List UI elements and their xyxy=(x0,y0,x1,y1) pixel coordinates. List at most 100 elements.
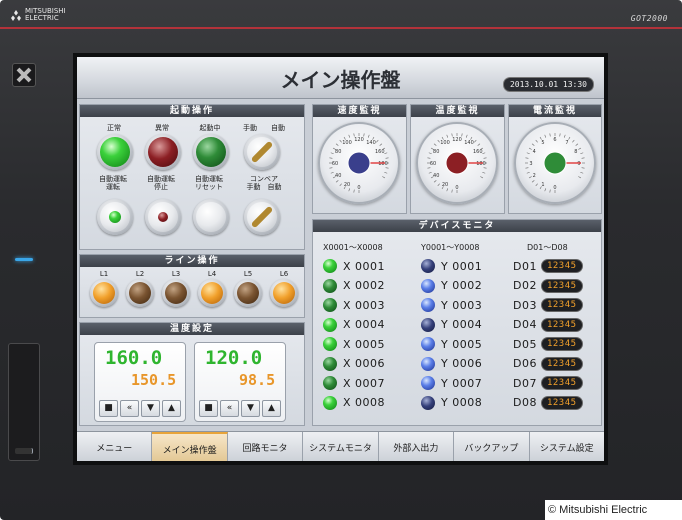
set-temperature-1[interactable]: 160.0 xyxy=(105,347,162,369)
x-status-lamp xyxy=(323,337,337,351)
d-device-row: D06 12345 xyxy=(513,356,583,372)
line-button-l6[interactable] xyxy=(270,279,298,307)
d-device-row: D01 12345 xyxy=(513,258,583,274)
tab-main-panel[interactable]: メイン操作盤 xyxy=(152,432,228,461)
gauge-tick-label: 20 xyxy=(442,182,448,188)
brand-line2: ELECTRIC xyxy=(25,14,59,22)
gauge-tick-label: 60 xyxy=(332,161,338,167)
gauge-tick-label: 160 xyxy=(375,149,385,155)
x-status-lamp xyxy=(323,259,337,273)
usb-port-cover[interactable] xyxy=(8,343,40,461)
tab-system-monitor[interactable]: システムモニタ xyxy=(303,432,379,461)
hmi-screen: メイン操作盤 2013.10.01 13:30 起動操作 正常 異常 起動中 手… xyxy=(73,53,608,465)
y-device-label: Y 0006 xyxy=(441,357,483,370)
gauge-tick-label: 20 xyxy=(344,182,350,188)
d-device-label: D06 xyxy=(513,357,537,370)
line-button-l1[interactable] xyxy=(90,279,118,307)
auto-stop-button[interactable] xyxy=(145,199,181,235)
label-error: 異常 xyxy=(155,124,169,132)
start-operation-header: 起動操作 xyxy=(80,105,304,117)
label-auto-run: 自動運転 運転 xyxy=(99,175,127,191)
stop-button[interactable]: ■ xyxy=(99,400,118,417)
x-device-label: X 0005 xyxy=(343,337,386,351)
line-button-l5[interactable] xyxy=(234,279,262,307)
x-device-label: X 0002 xyxy=(343,279,386,292)
actual-temperature-1: 150.5 xyxy=(131,371,177,389)
speed-gauge: 120 100 80 60 40 20 0 140 160 180 xyxy=(318,122,400,204)
gauge-tick-label: 180 xyxy=(476,161,486,167)
y-device-row: Y 0008 xyxy=(421,395,482,411)
d-device-row: D04 12345 xyxy=(513,317,583,333)
manual-auto-selector-switch[interactable] xyxy=(244,134,280,170)
increase-button[interactable]: ▲ xyxy=(262,400,281,417)
y-device-row: Y 0002 xyxy=(421,278,482,294)
label-auto-reset: 自動運転 リセット xyxy=(195,175,223,191)
gauge-tick-label: 60 xyxy=(430,161,436,167)
d-device-value: 12345 xyxy=(540,298,583,312)
tab-backup[interactable]: バックアップ xyxy=(454,432,530,461)
set-temperature-2[interactable]: 120.0 xyxy=(205,347,262,369)
gauge-hub xyxy=(543,151,567,175)
temperature-monitor-header: 温度監視 xyxy=(411,105,504,117)
line-label-l2: L2 xyxy=(135,270,145,278)
line-label-l4: L4 xyxy=(207,270,217,278)
x-device-label: X 0003 xyxy=(343,298,386,312)
tab-external-io[interactable]: 外部入出力 xyxy=(379,432,455,461)
gauge-tick-label: 4 xyxy=(533,149,536,155)
gauge-tick-label: 8 xyxy=(574,149,577,155)
rewind-button[interactable]: « xyxy=(120,400,139,417)
line-button-l2[interactable] xyxy=(126,279,154,307)
x-device-label: X 0008 xyxy=(343,396,386,409)
tab-menu[interactable]: メニュー xyxy=(77,432,153,461)
rewind-button[interactable]: « xyxy=(220,400,239,417)
x-status-lamp xyxy=(323,278,337,293)
d-device-row: D05 12345 xyxy=(513,336,583,352)
x-device-label: X 0007 xyxy=(343,376,386,390)
line-button-l4[interactable] xyxy=(198,279,226,307)
y-device-row: Y 0006 xyxy=(421,356,482,372)
x-device-row: X 0001 xyxy=(323,258,385,274)
y-status-lamp xyxy=(421,317,435,332)
y-device-row: Y 0005 xyxy=(421,336,482,352)
increase-button[interactable]: ▲ xyxy=(162,400,181,417)
y-device-label: Y 0007 xyxy=(441,376,483,390)
x-device-row: X 0007 xyxy=(323,375,385,391)
conveyor-selector-switch[interactable] xyxy=(244,199,280,235)
gauge-hub xyxy=(445,151,469,175)
x-device-label: X 0004 xyxy=(343,318,386,331)
brand-logo: MITSUBISHI ELECTRIC xyxy=(10,8,66,22)
auto-run-button[interactable] xyxy=(97,199,133,235)
stop-button[interactable]: ■ xyxy=(199,400,218,417)
gauge-tick-label: 80 xyxy=(433,149,439,155)
hardware-menu-button[interactable] xyxy=(12,63,36,87)
gauge-tick-label: 120 xyxy=(452,137,462,143)
d-device-label: D08 xyxy=(513,396,537,409)
gauge-tick-label: 80 xyxy=(335,149,341,155)
d-device-row: D07 12345 xyxy=(513,375,583,391)
temperature-setting-header: 温度設定 xyxy=(80,323,304,335)
clock-display: 2013.10.01 13:30 xyxy=(502,77,594,92)
d-column-header: D01～D08 xyxy=(527,243,568,252)
gauge-tick-label: 3 xyxy=(529,161,532,167)
d-device-value: 12345 xyxy=(540,337,583,351)
copyright-notice: © Mitsubishi Electric xyxy=(545,500,682,520)
title-bar: メイン操作盤 2013.10.01 13:30 xyxy=(77,57,604,99)
tab-system-settings[interactable]: システム設定 xyxy=(530,432,604,461)
x-device-row: X 0003 xyxy=(323,297,385,313)
y-status-lamp xyxy=(421,278,435,293)
y-status-lamp xyxy=(421,376,435,390)
y-device-row: Y 0001 xyxy=(421,258,482,274)
decrease-button[interactable]: ▼ xyxy=(241,400,260,417)
gauge-tick-label: 9 xyxy=(577,161,580,167)
line-button-l3[interactable] xyxy=(162,279,190,307)
current-gauge: 6543210789 xyxy=(514,122,596,204)
tab-circuit-monitor[interactable]: 回路モニタ xyxy=(228,432,304,461)
d-device-value: 12345 xyxy=(540,356,583,371)
auto-reset-button[interactable] xyxy=(193,199,229,235)
decrease-button[interactable]: ▼ xyxy=(141,400,160,417)
d-device-label: D01 xyxy=(513,259,537,273)
x-status-lamp xyxy=(323,356,337,371)
normal-lamp xyxy=(97,134,133,170)
gauge-tick-label: 120 xyxy=(354,137,364,143)
error-lamp xyxy=(145,134,181,170)
